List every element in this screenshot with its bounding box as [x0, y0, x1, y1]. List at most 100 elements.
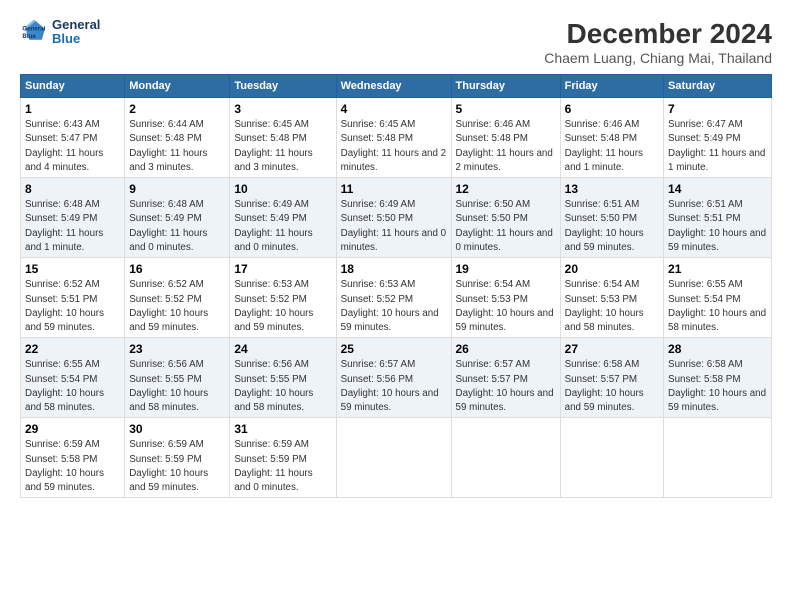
sunrise: Sunrise: 6:57 AM [341, 359, 416, 370]
day-cell-6: 6 Sunrise: 6:46 AM Sunset: 5:48 PM Dayli… [560, 98, 663, 178]
day-number: 25 [341, 341, 447, 357]
day-cell-9: 9 Sunrise: 6:48 AM Sunset: 5:49 PM Dayli… [125, 178, 230, 258]
sunset: Sunset: 5:48 PM [456, 133, 528, 144]
daylight: Daylight: 11 hours and 2 minutes. [341, 148, 446, 173]
sunset: Sunset: 5:50 PM [565, 213, 637, 224]
day-number: 14 [668, 181, 767, 197]
sunrise: Sunrise: 6:48 AM [25, 199, 100, 210]
empty-cell [664, 418, 772, 498]
daylight: Daylight: 10 hours and 59 minutes. [456, 308, 554, 333]
day-number: 4 [341, 101, 447, 117]
day-cell-23: 23 Sunrise: 6:56 AM Sunset: 5:55 PM Dayl… [125, 338, 230, 418]
daylight: Daylight: 10 hours and 59 minutes. [341, 388, 439, 413]
day-cell-1: 1 Sunrise: 6:43 AM Sunset: 5:47 PM Dayli… [21, 98, 125, 178]
sunrise: Sunrise: 6:51 AM [668, 199, 743, 210]
daylight: Daylight: 10 hours and 59 minutes. [25, 308, 104, 333]
col-header-wednesday: Wednesday [336, 75, 451, 98]
day-number: 5 [456, 101, 556, 117]
sunrise: Sunrise: 6:45 AM [341, 119, 416, 130]
sunset: Sunset: 5:53 PM [565, 294, 637, 305]
sunset: Sunset: 5:48 PM [129, 133, 201, 144]
day-number: 27 [565, 341, 659, 357]
main-title: December 2024 [544, 18, 772, 50]
sunset: Sunset: 5:48 PM [234, 133, 306, 144]
sunrise: Sunrise: 6:48 AM [129, 199, 204, 210]
daylight: Daylight: 10 hours and 59 minutes. [234, 308, 313, 333]
day-number: 26 [456, 341, 556, 357]
sunrise: Sunrise: 6:51 AM [565, 199, 640, 210]
sunset: Sunset: 5:49 PM [25, 213, 97, 224]
sunrise: Sunrise: 6:59 AM [129, 439, 204, 450]
empty-cell [451, 418, 560, 498]
week-row-5: 29 Sunrise: 6:59 AM Sunset: 5:58 PM Dayl… [21, 418, 772, 498]
sunrise: Sunrise: 6:52 AM [129, 279, 204, 290]
day-number: 10 [234, 181, 331, 197]
daylight: Daylight: 10 hours and 59 minutes. [668, 388, 766, 413]
week-row-2: 8 Sunrise: 6:48 AM Sunset: 5:49 PM Dayli… [21, 178, 772, 258]
col-header-tuesday: Tuesday [230, 75, 336, 98]
day-cell-15: 15 Sunrise: 6:52 AM Sunset: 5:51 PM Dayl… [21, 258, 125, 338]
day-number: 29 [25, 421, 120, 437]
day-cell-29: 29 Sunrise: 6:59 AM Sunset: 5:58 PM Dayl… [21, 418, 125, 498]
day-cell-24: 24 Sunrise: 6:56 AM Sunset: 5:55 PM Dayl… [230, 338, 336, 418]
sunrise: Sunrise: 6:43 AM [25, 119, 100, 130]
sunset: Sunset: 5:52 PM [234, 294, 306, 305]
daylight: Daylight: 11 hours and 3 minutes. [129, 148, 207, 173]
daylight: Daylight: 11 hours and 0 minutes. [234, 468, 312, 493]
sunset: Sunset: 5:51 PM [668, 213, 740, 224]
sunrise: Sunrise: 6:50 AM [456, 199, 531, 210]
day-number: 24 [234, 341, 331, 357]
sunrise: Sunrise: 6:59 AM [234, 439, 309, 450]
daylight: Daylight: 11 hours and 1 minute. [565, 148, 643, 173]
day-number: 28 [668, 341, 767, 357]
day-number: 1 [25, 101, 120, 117]
day-number: 7 [668, 101, 767, 117]
day-number: 20 [565, 261, 659, 277]
sunset: Sunset: 5:56 PM [341, 374, 413, 385]
sunset: Sunset: 5:50 PM [456, 213, 528, 224]
sunrise: Sunrise: 6:58 AM [565, 359, 640, 370]
sunset: Sunset: 5:52 PM [129, 294, 201, 305]
day-cell-21: 21 Sunrise: 6:55 AM Sunset: 5:54 PM Dayl… [664, 258, 772, 338]
sunset: Sunset: 5:59 PM [129, 454, 201, 465]
daylight: Daylight: 10 hours and 58 minutes. [668, 308, 766, 333]
logo-icon: General Blue [20, 18, 48, 46]
empty-cell [336, 418, 451, 498]
day-number: 9 [129, 181, 225, 197]
day-number: 23 [129, 341, 225, 357]
sunset: Sunset: 5:49 PM [668, 133, 740, 144]
day-cell-13: 13 Sunrise: 6:51 AM Sunset: 5:50 PM Dayl… [560, 178, 663, 258]
sunset: Sunset: 5:55 PM [234, 374, 306, 385]
day-cell-14: 14 Sunrise: 6:51 AM Sunset: 5:51 PM Dayl… [664, 178, 772, 258]
sunrise: Sunrise: 6:53 AM [234, 279, 309, 290]
sunrise: Sunrise: 6:46 AM [456, 119, 531, 130]
sunrise: Sunrise: 6:54 AM [456, 279, 531, 290]
calendar-table: SundayMondayTuesdayWednesdayThursdayFrid… [20, 74, 772, 498]
col-header-monday: Monday [125, 75, 230, 98]
daylight: Daylight: 11 hours and 0 minutes. [341, 228, 446, 253]
day-number: 31 [234, 421, 331, 437]
day-number: 16 [129, 261, 225, 277]
logo: General Blue General Blue [20, 18, 100, 47]
sunrise: Sunrise: 6:55 AM [25, 359, 100, 370]
sunrise: Sunrise: 6:45 AM [234, 119, 309, 130]
sunrise: Sunrise: 6:53 AM [341, 279, 416, 290]
daylight: Daylight: 11 hours and 2 minutes. [456, 148, 553, 173]
header: General Blue General Blue December 2024 … [20, 18, 772, 66]
day-cell-30: 30 Sunrise: 6:59 AM Sunset: 5:59 PM Dayl… [125, 418, 230, 498]
logo-text-blue: Blue [52, 32, 100, 46]
logo-text-general: General [52, 18, 100, 32]
day-cell-7: 7 Sunrise: 6:47 AM Sunset: 5:49 PM Dayli… [664, 98, 772, 178]
day-number: 19 [456, 261, 556, 277]
sunset: Sunset: 5:48 PM [341, 133, 413, 144]
day-cell-18: 18 Sunrise: 6:53 AM Sunset: 5:52 PM Dayl… [336, 258, 451, 338]
daylight: Daylight: 10 hours and 58 minutes. [25, 388, 104, 413]
day-number: 12 [456, 181, 556, 197]
sunset: Sunset: 5:53 PM [456, 294, 528, 305]
day-number: 15 [25, 261, 120, 277]
daylight: Daylight: 11 hours and 1 minute. [668, 148, 765, 173]
day-number: 3 [234, 101, 331, 117]
sunset: Sunset: 5:52 PM [341, 294, 413, 305]
sunrise: Sunrise: 6:46 AM [565, 119, 640, 130]
day-cell-17: 17 Sunrise: 6:53 AM Sunset: 5:52 PM Dayl… [230, 258, 336, 338]
